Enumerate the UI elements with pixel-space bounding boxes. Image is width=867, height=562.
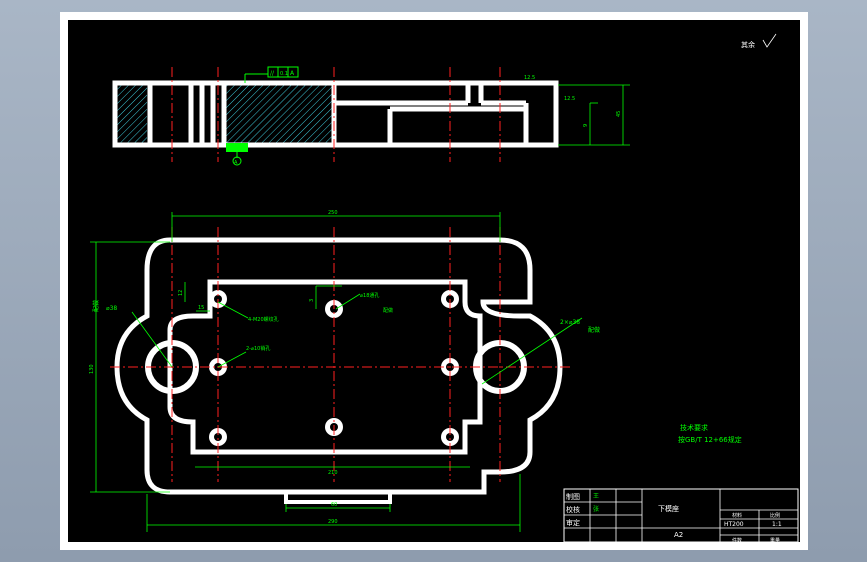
callout-pin-holes: 2-⌀10销孔 xyxy=(246,345,270,352)
datum-label: A xyxy=(234,160,238,166)
hatch-middle xyxy=(224,85,334,143)
tb-row3-label: 审定 xyxy=(566,518,580,527)
dim-slot-width: 60 xyxy=(331,502,337,508)
tb-row2-name: 张 xyxy=(593,505,599,513)
title-block: 制图 王 校核 张 审定 下模座 A2 材料 比例 HT200 1:1 件数 重… xyxy=(563,488,799,544)
callout-pilot-fit: 配做 xyxy=(383,307,393,314)
callout-left-fit: 配做 xyxy=(92,300,100,312)
tb-header-scale: 比例 xyxy=(770,512,780,519)
tb-material: HT200 xyxy=(724,521,744,528)
tb-part-name: 下模座 xyxy=(658,504,679,513)
callout-pilot-holes: ⌀18通孔 xyxy=(360,292,379,299)
surface-note: 12.5 xyxy=(564,96,575,102)
dim-height-left: 130 xyxy=(89,364,95,374)
tech-req-title: 技术要求 xyxy=(680,423,708,432)
tb-sheet-size: A2 xyxy=(674,531,683,539)
tb-header-material: 材料 xyxy=(732,512,742,519)
tb-bottom-qty: 件数 xyxy=(732,537,742,544)
dim-side-b: 45 xyxy=(616,111,622,117)
tb-row1-label: 制图 xyxy=(566,492,580,501)
tb-bottom-weight: 重量 xyxy=(770,537,780,544)
callout-left-hole: ⌀38 xyxy=(106,305,117,312)
datum-block xyxy=(226,143,248,152)
dim-small-15: 15 xyxy=(198,305,204,311)
hatch-left xyxy=(117,85,147,143)
tech-req-body: 按GB/T 12+66规定 xyxy=(678,435,742,444)
tb-row2-label: 校核 xyxy=(566,505,580,514)
surface-note-top: 12.5 xyxy=(524,75,535,81)
dim-hole-span-top: 250 xyxy=(328,210,338,216)
tol-value: 0.1 xyxy=(280,71,288,77)
callout-right-hole: 2×⌀38 xyxy=(560,319,580,326)
callout-tap-holes: 4-M20螺纹孔 xyxy=(248,316,279,323)
tb-row1-name: 王 xyxy=(593,493,599,500)
drawing-sheet: A // 0.1 A 9 45 12.5 12.5 250 210 290 60… xyxy=(60,12,808,550)
callout-right-fit: 配做 xyxy=(588,326,600,334)
dim-hole-span-bottom: 210 xyxy=(328,470,338,476)
tb-scale: 1:1 xyxy=(772,521,782,528)
dim-small-12: 12 xyxy=(178,290,184,296)
dim-side-a: 9 xyxy=(583,124,589,127)
dim-small-3: 3 xyxy=(309,299,315,302)
roughness-note: 其余 xyxy=(741,40,755,49)
dim-overall-length: 290 xyxy=(328,519,338,525)
